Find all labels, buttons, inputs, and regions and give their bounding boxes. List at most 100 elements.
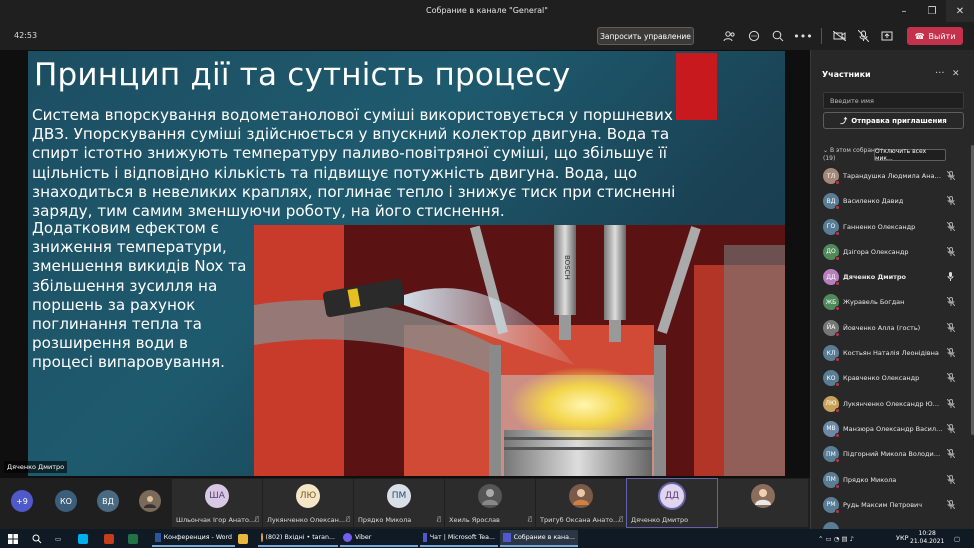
chrome-icon — [261, 533, 263, 542]
avatar-photo-icon — [482, 489, 498, 505]
gallery-tile[interactable]: ЛЮ Лукянченко Олексан... 🎙̸ — [263, 479, 353, 527]
excel-icon[interactable] — [128, 532, 138, 545]
camera-off-icon[interactable] — [831, 28, 847, 44]
presence-badge — [835, 432, 840, 438]
clock-date: 21.04.2021 — [910, 538, 945, 545]
gallery-tile[interactable]: ША Шльончак Ігор Анато... 🎙̸ — [172, 479, 262, 527]
request-control-button[interactable]: Запросить управление — [597, 27, 694, 45]
share-tray-icon[interactable] — [879, 28, 895, 44]
participant-name: Манзюра Олександр Василь... — [843, 424, 943, 433]
participant-row[interactable]: КО Кравченко Олександр — [811, 366, 971, 391]
participant-name: Тарандушка Людмила Анато... — [843, 172, 943, 180]
avatar: ДО — [823, 243, 840, 261]
participant-gallery: +9 КО ВД ША Шльончак Ігор Анато... 🎙̸ ЛЮ… — [0, 478, 810, 529]
avatar: КО — [823, 370, 840, 388]
tile-name: Дяченко Дмитро — [631, 516, 689, 524]
clock[interactable]: 10:28 21.04.2021 — [910, 530, 944, 546]
chat-icon[interactable] — [746, 28, 762, 44]
file-explorer-icon[interactable] — [238, 532, 248, 545]
powerpoint-icon[interactable] — [104, 532, 114, 545]
taskbar-app-viber[interactable]: Viber — [340, 530, 418, 547]
participant-name: Йовченко Алла (гость) — [843, 323, 921, 332]
participant-row[interactable]: КЛ Костьян Наталія Леонідівна — [811, 341, 971, 366]
participant-row[interactable]: ГО Ганненко Олександр — [811, 215, 971, 240]
participant-row[interactable]: РМ Рудь Максим Петрович — [811, 493, 971, 518]
presence-badge — [835, 180, 840, 185]
slide-side-text: Додатковим ефектом є зниження температур… — [32, 219, 247, 372]
participant-row[interactable]: ДО Дзігора Олександр — [811, 240, 971, 265]
reactions-icon[interactable] — [770, 28, 786, 44]
gallery-chip-vd[interactable]: ВД — [97, 490, 119, 512]
participant-row[interactable]: ЛЮ Лукянченко Олександр Юрі... — [811, 392, 971, 417]
viber-icon — [343, 533, 352, 542]
close-window-icon[interactable]: ✕ — [946, 0, 974, 22]
participant-name: Костьян Наталія Леонідівна — [843, 349, 939, 358]
toolbar-divider — [821, 28, 822, 44]
gallery-tile-active-speaker[interactable]: ДД Дяченко Дмитро — [626, 478, 718, 528]
tile-name: Хеиль Ярослав — [449, 516, 500, 524]
gallery-tile[interactable]: Хеиль Ярослав 🎙̸ — [445, 479, 535, 527]
taskbar-app-teams-meeting[interactable]: Собрание в кана... — [500, 530, 578, 547]
word-icon — [155, 533, 161, 542]
avatar: ДД — [660, 484, 684, 508]
skype-icon[interactable] — [78, 532, 88, 545]
meeting-timer: 42:53 — [14, 31, 38, 40]
mic-off-icon: 🎙̸ — [437, 516, 441, 523]
avatar: ТЛ — [823, 168, 840, 185]
gallery-tile[interactable]: Тригуб Оксана Анато... 🎙̸ — [536, 479, 626, 527]
slide-title: Принцип дії та сутність процесу — [34, 57, 571, 93]
gallery-tile[interactable] — [718, 479, 808, 527]
participant-row[interactable]: ПМ Підгорний Микола Володим... — [811, 442, 971, 467]
taskbar-app-word[interactable]: Конференция - Word — [152, 530, 235, 547]
send-invite-button[interactable]: ⤴ Отправка приглашения — [823, 112, 964, 129]
participant-row[interactable]: ЖБ Журавель Богдан — [811, 290, 971, 315]
restore-icon[interactable]: ❐ — [918, 0, 946, 22]
mic-off-icon — [946, 221, 956, 233]
gallery-chip-photo[interactable] — [139, 490, 161, 512]
mic-off-icon — [946, 170, 956, 182]
participant-search-input[interactable]: Введите имя — [823, 92, 964, 109]
participant-row[interactable]: ВД Василенко Давид — [811, 189, 971, 214]
gallery-chip-ko[interactable]: КО — [55, 490, 77, 512]
participant-name: Кравченко Олександр — [843, 374, 920, 383]
panel-more-icon[interactable]: ··· — [935, 68, 945, 79]
mute-all-button[interactable]: Отключить всех мик... — [874, 148, 946, 162]
panel-close-icon[interactable]: ✕ — [952, 69, 960, 79]
participant-row[interactable]: ДД Дяченко Дмитро — [811, 265, 971, 290]
mic-off-icon — [946, 322, 956, 334]
language-indicator[interactable]: УКР — [896, 534, 909, 542]
taskbar-app-teams-chat[interactable]: Чат | Microsoft Tea... — [420, 530, 498, 547]
participant-name: Рудь Максим Петрович — [843, 500, 923, 509]
participant-row[interactable]: ПМ Прядко Микола — [811, 468, 971, 493]
avatar: РМ — [823, 496, 840, 514]
system-tray-icons[interactable]: ⌃ ▭ ◔ ▤ ♪ — [818, 532, 854, 545]
chevron-down-icon: ⌄ — [823, 147, 830, 154]
participant-list: ТЛ Тарандушка Людмила Анато... ВД Василенко… — [811, 164, 971, 543]
participant-row[interactable]: МВ Манзюра Олександр Василь... — [811, 417, 971, 442]
taskbar-app-label: Собрание в кана... — [513, 534, 575, 541]
task-view-icon[interactable]: ▭ — [55, 532, 61, 545]
participants-icon[interactable] — [721, 28, 737, 44]
mic-off-icon — [946, 297, 956, 308]
avatar: ПМ — [823, 471, 840, 489]
mic-off-icon[interactable] — [855, 28, 871, 44]
minimize-icon[interactable]: – — [890, 0, 918, 22]
gallery-tile[interactable]: ПМ Прядко Микола 🎙̸ — [354, 479, 444, 527]
taskbar-app-label: (802) Вхідні • taran... — [265, 534, 335, 541]
taskbar-app-chrome[interactable]: (802) Вхідні • taran... — [258, 530, 338, 547]
participant-row[interactable]: ЙА Йовченко Алла (гость) — [811, 316, 971, 341]
presence-badge — [835, 205, 840, 211]
more-actions-icon[interactable]: ••• — [793, 28, 812, 44]
avatar: ЖБ — [823, 294, 840, 312]
mic-off-icon — [946, 448, 956, 460]
leave-button[interactable]: ☎ Выйти — [907, 27, 963, 45]
presence-badge — [835, 458, 840, 464]
tile-name: Шльончак Ігор Анато... — [176, 516, 256, 524]
start-icon[interactable] — [8, 532, 18, 545]
slide-accent-block — [676, 53, 717, 120]
participant-name: Журавель Богдан — [843, 298, 905, 307]
gallery-overflow-chip[interactable]: +9 — [11, 490, 33, 512]
participant-row[interactable]: ТЛ Тарандушка Людмила Анато... — [811, 164, 971, 189]
notifications-icon[interactable]: ▢ — [954, 532, 960, 545]
search-icon[interactable] — [32, 532, 42, 545]
